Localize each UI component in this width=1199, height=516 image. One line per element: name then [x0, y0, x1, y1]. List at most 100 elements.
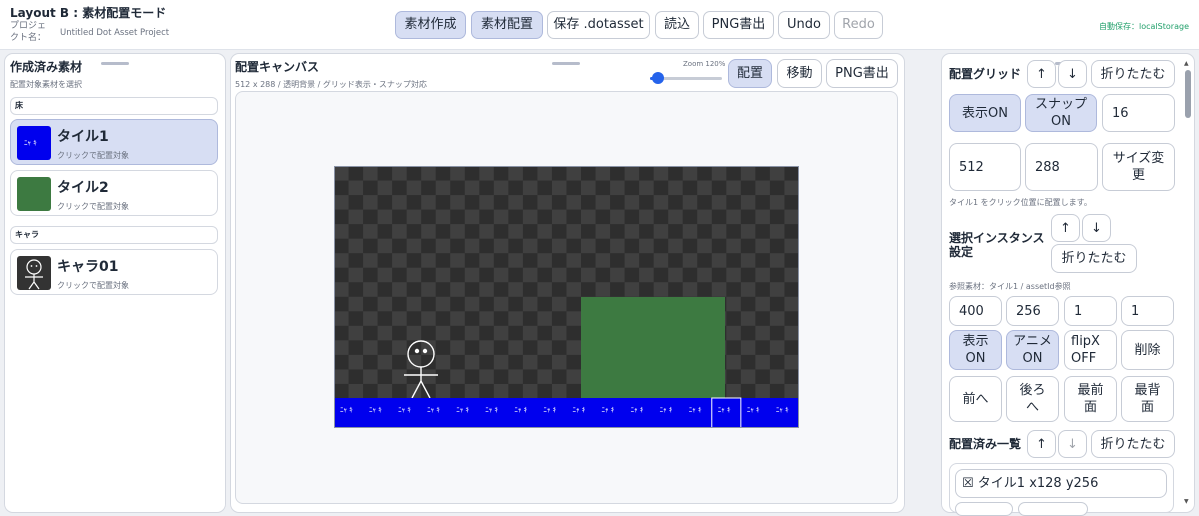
canvas-height-input[interactable]: 288 [1025, 143, 1098, 191]
checker-cell [625, 253, 640, 268]
checker-cell [378, 384, 393, 399]
checker-cell [465, 239, 480, 254]
checker-cell [334, 282, 349, 297]
checker-cell [378, 239, 393, 254]
checker-cell [494, 326, 509, 341]
checker-cell [610, 181, 625, 196]
instance-delete-button[interactable]: 削除 [1121, 330, 1174, 370]
png-export-button[interactable]: PNG書出 [703, 11, 774, 39]
instance-y-input[interactable]: 256 [1006, 296, 1059, 326]
place-mode-button[interactable]: 素材配置 [471, 11, 543, 39]
panel-drag-handle[interactable] [101, 62, 129, 65]
checker-cell [668, 239, 683, 254]
checker-cell [683, 253, 698, 268]
checker-cell [726, 210, 741, 225]
instance-flipx-toggle[interactable]: flipX OFF [1064, 330, 1117, 370]
placed-list-item-partial[interactable] [955, 502, 1013, 516]
checker-cell [378, 297, 393, 312]
checker-cell [552, 326, 567, 341]
checker-cell [741, 166, 756, 181]
placed-list-item[interactable]: ☒ タイル1 x128 y256 [955, 469, 1167, 498]
canvas-width-input[interactable]: 512 [949, 143, 1021, 191]
checker-cell [436, 297, 451, 312]
grid-move-down-button[interactable]: ↓ [1058, 60, 1087, 88]
undo-button[interactable]: Undo [778, 11, 830, 39]
instance-anim-toggle[interactable]: アニメON [1006, 330, 1059, 370]
scroll-up-arrow-icon[interactable]: ▲ [1184, 60, 1189, 67]
instance-collapse-button[interactable]: 折りたたむ [1051, 244, 1137, 273]
instance-x-input[interactable]: 400 [949, 296, 1002, 326]
checker-cell [654, 195, 669, 210]
asset-card-chara01[interactable]: キャラ01 クリックで配置対象 [10, 249, 218, 295]
checker-cell [566, 340, 581, 355]
instance-send-back-button[interactable]: 最背面 [1121, 376, 1174, 422]
checker-cell [566, 166, 581, 181]
checker-cell [726, 355, 741, 370]
checker-cell [726, 181, 741, 196]
mode-place-button[interactable]: 配置 [728, 59, 772, 88]
checker-cell [523, 326, 538, 341]
grid-collapse-button[interactable]: 折りたたむ [1091, 60, 1175, 88]
group-character[interactable]: キャラ [10, 226, 218, 244]
checker-cell [741, 224, 756, 239]
mode-move-button[interactable]: 移動 [777, 59, 822, 88]
group-floor[interactable]: 床 [10, 97, 218, 115]
instance-scale-x-input[interactable]: 1 [1064, 296, 1117, 326]
checker-cell [523, 384, 538, 399]
checker-cell [596, 224, 611, 239]
checker-cell [450, 253, 465, 268]
checker-cell [494, 210, 509, 225]
properties-scrollbar[interactable] [1183, 58, 1193, 508]
project-name[interactable]: Untitled Dot Asset Project [60, 28, 169, 38]
canvas-panel-title: 配置キャンバス [235, 58, 319, 75]
grid-show-toggle[interactable]: 表示ON [949, 94, 1021, 132]
create-mode-button[interactable]: 素材作成 [395, 11, 466, 39]
checker-cell [508, 282, 523, 297]
instance-forward-button[interactable]: 前へ [949, 376, 1002, 422]
checker-cell [392, 340, 407, 355]
grid-snap-toggle[interactable]: スナップON [1025, 94, 1097, 132]
redo-button[interactable]: Redo [834, 11, 883, 39]
instance-move-down-button[interactable]: ↓ [1082, 214, 1111, 242]
asset-name: キャラ01 [57, 256, 118, 276]
instance-bring-front-button[interactable]: 最前面 [1064, 376, 1117, 422]
instance-scale-y-input[interactable]: 1 [1121, 296, 1174, 326]
tile-glyph: ﾆｬ ｷ [631, 406, 644, 414]
assets-panel-title: 作成済み素材 [10, 58, 82, 75]
placed-move-up-button[interactable]: ↑ [1027, 430, 1056, 458]
checker-cell [392, 311, 407, 326]
zoom-slider-thumb[interactable] [652, 72, 664, 84]
checker-cell [363, 195, 378, 210]
panel-drag-handle[interactable] [552, 62, 580, 65]
instance-move-up-button[interactable]: ↑ [1051, 214, 1080, 242]
checker-cell [407, 239, 422, 254]
placed-move-down-button[interactable]: ↓ [1058, 430, 1087, 458]
resize-canvas-button[interactable]: サイズ変更 [1102, 143, 1175, 191]
save-dotasset-button[interactable]: 保存 .dotasset [547, 11, 650, 39]
asset-card-tile1[interactable]: ﾆｬ ｷ タイル1 クリックで配置対象 [10, 119, 218, 165]
checker-cell [712, 195, 727, 210]
grid-size-input[interactable]: 16 [1102, 94, 1175, 132]
scrollbar-thumb[interactable] [1185, 70, 1191, 118]
placed-collapse-button[interactable]: 折りたたむ [1091, 430, 1175, 458]
canvas-png-export-button[interactable]: PNG書出 [826, 59, 898, 88]
checker-cell [479, 253, 494, 268]
checker-cell [392, 369, 407, 384]
tile-glyph: ﾆｬ ｷ [660, 406, 673, 414]
placed-list-item-partial[interactable] [1018, 502, 1088, 516]
asset-card-tile2[interactable]: タイル2 クリックで配置対象 [10, 170, 218, 216]
instance-backward-button[interactable]: 後ろへ [1006, 376, 1059, 422]
asset-hint: クリックで配置対象 [57, 150, 129, 161]
checker-cell [465, 326, 480, 341]
checker-cell [450, 340, 465, 355]
load-button[interactable]: 読込 [655, 11, 699, 39]
checker-cell [363, 224, 378, 239]
checker-cell [770, 166, 785, 181]
scroll-down-arrow-icon[interactable]: ▼ [1184, 498, 1189, 505]
placement-canvas[interactable]: ﾆｬ ｷﾆｬ ｷﾆｬ ｷﾆｬ ｷﾆｬ ｷﾆｬ ｷﾆｬ ｷﾆｬ ｷﾆｬ ｷﾆｬ ｷ… [334, 166, 799, 428]
checker-cell [421, 311, 436, 326]
thumb-glyph: ﾆｬ ｷ [24, 138, 37, 148]
grid-move-up-button[interactable]: ↑ [1027, 60, 1056, 88]
instance-visible-toggle[interactable]: 表示ON [949, 330, 1002, 370]
checker-cell [537, 340, 552, 355]
